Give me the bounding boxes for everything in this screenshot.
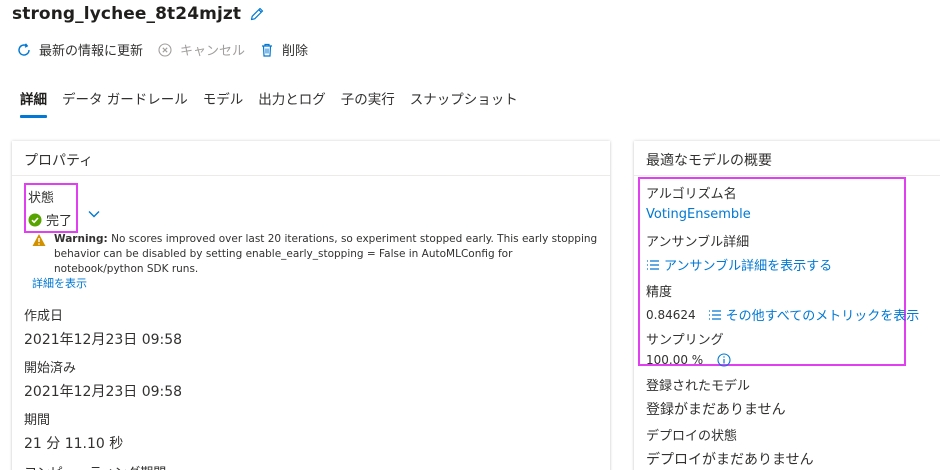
info-icon[interactable] [717, 353, 731, 367]
all-metrics-label: その他すべてのメトリックを表示 [725, 309, 920, 324]
status-value: 完了 [46, 214, 73, 229]
started-field: 開始済み 2021年12月23日 09:58 [24, 357, 182, 401]
all-metrics-link[interactable]: その他すべてのメトリックを表示 [708, 305, 920, 324]
tab-child-runs[interactable]: 子の実行 [341, 88, 395, 118]
refresh-icon [18, 42, 30, 56]
warning-body: No scores improved over last 20 iteratio… [54, 233, 598, 275]
deploy-status-value: デプロイがまだありません [646, 452, 814, 468]
started-value: 2021年12月23日 09:58 [24, 384, 183, 400]
show-details-link[interactable]: 詳細を表示 [32, 275, 87, 291]
trash-icon [262, 43, 273, 57]
ensemble-label: アンサンブル詳細 [646, 235, 750, 250]
duration-field: 期間 21 分 11.10 秒 [24, 409, 123, 453]
duration-label: 期間 [24, 413, 51, 428]
list-icon [708, 309, 721, 320]
created-value: 2021年12月23日 09:58 [24, 332, 183, 348]
accuracy-label: 精度 [646, 285, 673, 300]
command-bar: 最新の情報に更新 キャンセル 削除 [16, 40, 308, 59]
warning-icon [32, 234, 46, 246]
cancel-label: キャンセル [180, 44, 246, 59]
duration-value: 21 分 11.10 秒 [24, 436, 124, 452]
sampling-label: サンプリング [646, 333, 724, 348]
accuracy-value: 0.84624 [646, 307, 696, 322]
cancel-button[interactable]: キャンセル [157, 40, 245, 59]
run-title-row: strong_lychee_8t24mjzt [12, 4, 265, 24]
refresh-label: 最新の情報に更新 [39, 44, 144, 59]
delete-button[interactable]: 削除 [259, 40, 308, 59]
accuracy-field: 精度 0.84624 その他すべてのメトリックを表示 [646, 281, 919, 324]
created-label: 作成日 [24, 309, 64, 324]
status-highlight: 状態 完了 [24, 183, 79, 233]
tab-details[interactable]: 詳細 [20, 88, 47, 118]
registered-models-value: 登録がまだありません [646, 402, 786, 418]
best-model-title: 最適なモデルの概要 [634, 141, 940, 176]
status-label: 状態 [28, 191, 55, 206]
status-section: 状態 完了 [24, 183, 100, 233]
compute-duration-label: コンピューティング期間 [24, 462, 166, 470]
sampling-field: サンプリング 100.00 % [646, 329, 731, 367]
started-label: 開始済み [24, 361, 77, 376]
registered-models-field: 登録されたモデル 登録がまだありません [646, 375, 786, 419]
tab-models[interactable]: モデル [203, 88, 244, 118]
success-check-icon [28, 213, 42, 226]
tab-snapshot[interactable]: スナップショット [410, 88, 518, 118]
compute-duration-field: コンピューティング期間 [24, 462, 166, 470]
algorithm-link[interactable]: VotingEnsemble [646, 207, 751, 222]
edit-pencil-icon[interactable] [249, 6, 265, 22]
deploy-status-label: デプロイの状態 [646, 429, 738, 444]
chevron-down-icon[interactable] [87, 207, 101, 221]
registered-models-label: 登録されたモデル [646, 379, 751, 394]
tab-outputs-logs[interactable]: 出力とログ [258, 88, 326, 118]
warning-bold: Warning: [54, 233, 108, 245]
cancel-circle-icon [158, 42, 172, 57]
tab-bar: 詳細 データ ガードレール モデル 出力とログ 子の実行 スナップショット [20, 88, 533, 118]
warning-text: Warning: No scores improved over last 20… [54, 232, 602, 277]
refresh-button[interactable]: 最新の情報に更新 [16, 40, 143, 59]
sampling-value: 100.00 % [646, 353, 704, 367]
warning-message: Warning: No scores improved over last 20… [32, 232, 602, 277]
deploy-status-field: デプロイの状態 デプロイがまだありません [646, 425, 814, 469]
best-model-card: 最適なモデルの概要 アルゴリズム名 VotingEnsemble アンサンブル詳… [634, 141, 940, 470]
delete-label: 削除 [282, 44, 309, 59]
tab-data-guardrails[interactable]: データ ガードレール [62, 88, 188, 118]
properties-title: プロパティ [12, 141, 610, 176]
run-title: strong_lychee_8t24mjzt [12, 4, 242, 24]
list-icon [647, 259, 659, 270]
ensemble-link-label: アンサンブル詳細を表示する [664, 259, 833, 274]
ensemble-field: アンサンブル詳細 アンサンブル詳細を表示する [646, 231, 832, 274]
ensemble-details-link[interactable]: アンサンブル詳細を表示する [646, 255, 832, 274]
algorithm-field: アルゴリズム名 VotingEnsemble [646, 183, 751, 222]
properties-card: プロパティ 状態 完了 Warning: No scores improved … [12, 141, 610, 470]
created-field: 作成日 2021年12月23日 09:58 [24, 305, 182, 349]
algorithm-label: アルゴリズム名 [646, 187, 737, 202]
